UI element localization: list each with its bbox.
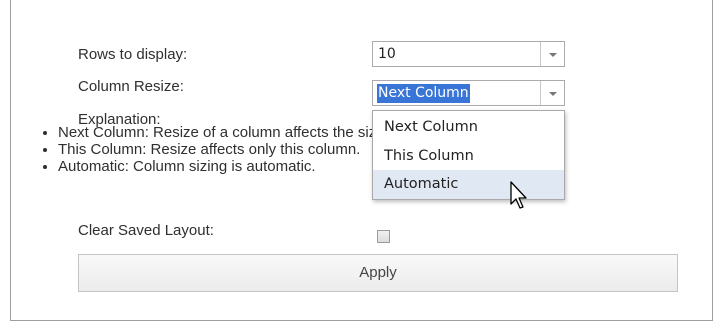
apply-button[interactable]: Apply [78,254,678,292]
chevron-down-icon[interactable] [540,42,564,66]
mouse-pointer-icon [510,181,527,209]
column-resize-dropdown-list: Next Column This Column Automatic [372,110,565,200]
rows-to-display-select[interactable]: 10 [372,41,565,67]
dropdown-option-automatic[interactable]: Automatic [373,170,564,199]
rows-to-display-label: Rows to display: [78,46,188,63]
clear-saved-layout-label: Clear Saved Layout: [78,222,214,239]
rows-to-display-value: 10 [378,46,396,62]
clear-saved-layout-checkbox[interactable] [377,230,390,243]
column-resize-select[interactable]: Next Column [372,80,565,106]
column-resize-label: Column Resize: [78,78,184,95]
dropdown-option-this-column[interactable]: This Column [373,142,564,171]
dropdown-option-next-column[interactable]: Next Column [373,113,564,142]
chevron-down-icon[interactable] [540,81,564,105]
column-resize-value: Next Column [377,84,470,103]
